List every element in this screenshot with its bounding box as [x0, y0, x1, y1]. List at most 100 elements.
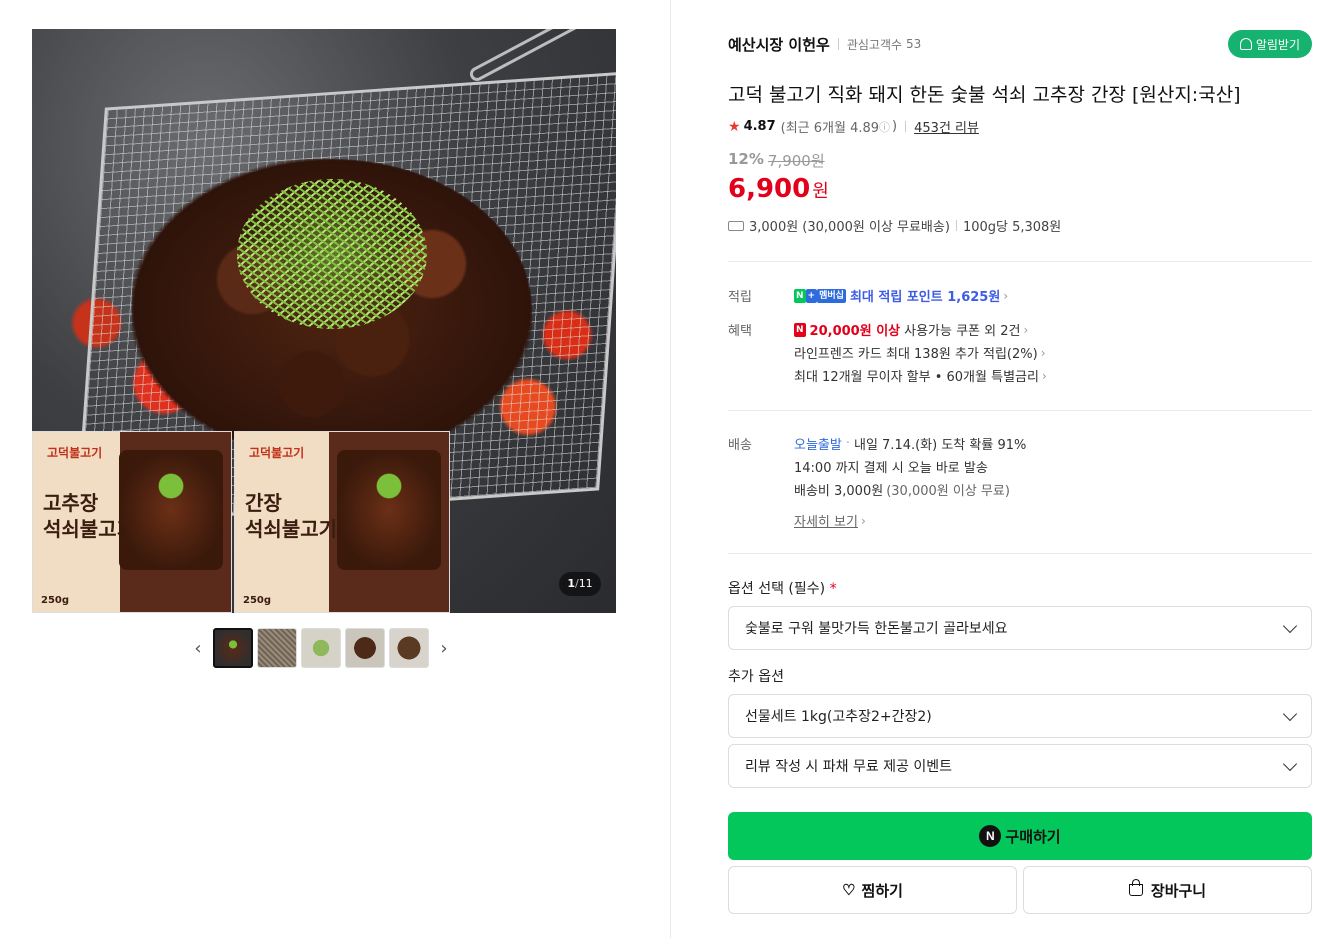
product-title: 고덕 불고기 직화 돼지 한돈 숯불 석쇠 고추장 간장 [원산지:국산]: [728, 84, 1241, 106]
package-weight: 250g: [243, 595, 272, 606]
section-divider: [728, 261, 1312, 262]
bell-icon: [1239, 38, 1252, 50]
package-name-line1: 간장: [245, 491, 282, 515]
info-icon[interactable]: ⓘ: [879, 119, 890, 135]
rating-row: ★ 4.87 (최근 6개월 4.89 ⓘ ) 453건 리뷰: [728, 117, 979, 137]
buy-label: 구매하기: [1005, 828, 1061, 846]
extra-option-value-2: 리뷰 작성 시 파채 무료 제공 이벤트: [745, 759, 953, 775]
shipping-fee: 3,000원 (30,000원 이상 무료배송): [749, 220, 950, 235]
required-option-select[interactable]: 숯불로 구워 불맛가득 한돈불고기 골라보세요: [728, 606, 1312, 650]
heart-icon: ♡: [842, 882, 856, 899]
card-text: 라인프렌즈 카드 최대 138원 추가 적립(2%): [794, 347, 1038, 362]
coupon-row[interactable]: N 20,000원 이상 사용가능 쿠폰 외 2건 ›: [794, 320, 1028, 339]
sale-price: 6,900: [728, 174, 811, 204]
thumbnail-4[interactable]: [345, 628, 385, 668]
package-name: 간장 석쇠불고기: [245, 490, 337, 542]
scallion-graphic: [237, 179, 427, 329]
buy-button[interactable]: N 구매하기: [728, 812, 1312, 860]
card-row[interactable]: 라인프렌즈 카드 최대 138원 추가 적립(2%) ›: [794, 343, 1046, 363]
thumbnail-1[interactable]: [213, 628, 253, 668]
chevron-right-icon: ›: [1023, 322, 1029, 337]
delivery-fee-note: (30,000원 이상 무료): [886, 484, 1010, 499]
detail-link[interactable]: 자세히 보기: [794, 511, 858, 530]
wishlist-label: 찜하기: [861, 882, 903, 900]
thumbnail-5[interactable]: [389, 628, 429, 668]
unit-price: 100g당 5,308원: [962, 220, 1062, 235]
divider: [905, 121, 907, 132]
package-dish-graphic: [119, 450, 223, 570]
required-option-value: 숯불로 구워 불맛가득 한돈불고기 골라보세요: [745, 621, 1008, 637]
review-link[interactable]: 453건 리뷰: [914, 117, 979, 136]
package-dish-graphic: [337, 450, 441, 570]
package-brand: 고덕불고기: [47, 446, 103, 460]
package-weight: 250g: [41, 595, 70, 606]
shipping-row: 3,000원 (30,000원 이상 무료배송) 100g당 5,308원: [728, 216, 1061, 235]
thumbnail-2[interactable]: [257, 628, 297, 668]
coupon-amount: 20,000원 이상: [809, 324, 901, 339]
extra-option-select-1[interactable]: 선물세트 1kg(고추장2+간장2): [728, 694, 1312, 738]
coupon-text: 사용가능 쿠폰 외 2건: [904, 324, 1021, 339]
delivery-row: 오늘출발 · 내일 7.14.(화) 도착 확률 91%: [794, 434, 1026, 453]
delivery-label: 배송: [728, 438, 752, 453]
coupon-n-badge: N: [794, 322, 806, 337]
points-row[interactable]: N + 멤버십 최대 적립 포인트 1,625원 ›: [794, 286, 1008, 305]
image-counter-current: 1: [567, 577, 575, 590]
interest-label: 관심고객수: [846, 37, 903, 52]
naver-n-badge: N: [794, 288, 806, 303]
section-divider: [728, 410, 1312, 411]
chevron-down-icon: [1282, 706, 1298, 722]
currency-unit: 원: [812, 181, 829, 202]
points-label: 적립: [728, 290, 752, 305]
arrival-estimate: 내일 7.14.(화) 도착 확률 91%: [853, 438, 1027, 453]
recent-rating: (최근 6개월 4.89: [780, 121, 880, 136]
dot-separator: ·: [845, 436, 850, 451]
discount-row: 12% 7,900원: [728, 150, 825, 171]
notify-label: 알림받기: [1255, 37, 1300, 52]
installment-row[interactable]: 최대 12개월 무이자 할부 • 60개월 특별금리 ›: [794, 366, 1047, 386]
discount-rate: 12%: [728, 150, 764, 168]
divider: [955, 220, 957, 231]
plus-badge: +: [805, 288, 818, 303]
truck-icon: [728, 220, 744, 231]
wishlist-button[interactable]: ♡ 찜하기: [728, 866, 1017, 914]
recent-rating-close: ): [892, 119, 898, 134]
cart-button[interactable]: 장바구니: [1023, 866, 1312, 914]
required-option-label: 옵션 선택 (필수) *: [728, 578, 837, 598]
extra-option-label: 추가 옵션: [728, 669, 784, 685]
price-row: 6,900 원: [728, 174, 829, 204]
package-ganjang: 고덕불고기 간장 석쇠불고기 250g: [234, 431, 450, 613]
chevron-left-icon[interactable]: ‹: [187, 628, 209, 668]
benefit-label: 혜택: [728, 324, 752, 339]
chevron-right-icon[interactable]: ›: [433, 628, 455, 668]
points-text: 최대 적립 포인트 1,625원: [849, 290, 1001, 305]
section-divider: [728, 553, 1312, 554]
seller-row: 예산시장 이헌우 관심고객수 53 알림받기: [728, 30, 1312, 58]
seller-name[interactable]: 예산시장 이헌우: [728, 34, 830, 55]
chevron-right-icon: ›: [1003, 288, 1009, 303]
extra-option-value-1: 선물세트 1kg(고추장2+간장2): [745, 709, 932, 725]
interest-count: 53: [906, 37, 922, 51]
rating-value: 4.87: [743, 119, 776, 134]
detail-link-row[interactable]: 자세히 보기 ›: [794, 511, 866, 531]
chevron-right-icon: ›: [1041, 368, 1047, 383]
cutoff-row: 14:00 까지 결제 시 오늘 바로 발송: [794, 457, 988, 476]
package-brand: 고덕불고기: [249, 446, 305, 460]
membership-badge: 멤버십: [817, 288, 846, 303]
required-option-text: 옵션 선택 (필수): [728, 581, 826, 597]
main-product-image[interactable]: 고덕불고기 고추장 석쇠불고기 250g 고덕불고기 간장 석쇠불고기 250g…: [32, 29, 616, 613]
original-price: 7,900원: [767, 152, 825, 170]
shopping-bag-icon: [1128, 879, 1143, 896]
image-counter: 1/11: [559, 572, 601, 596]
chevron-down-icon: [1282, 756, 1298, 772]
image-counter-separator: /: [574, 577, 579, 590]
delivery-fee: 배송비 3,000원: [794, 484, 884, 499]
notify-button[interactable]: 알림받기: [1227, 30, 1312, 58]
chevron-right-icon: ›: [860, 513, 866, 528]
today-dispatch: 오늘출발: [794, 438, 842, 453]
installment-text: 최대 12개월 무이자 할부 • 60개월 특별금리: [794, 370, 1039, 385]
package-gochujang: 고덕불고기 고추장 석쇠불고기 250g: [32, 431, 232, 613]
cart-label: 장바구니: [1150, 882, 1207, 900]
thumbnail-3[interactable]: [301, 628, 341, 668]
extra-option-select-2[interactable]: 리뷰 작성 시 파채 무료 제공 이벤트: [728, 744, 1312, 788]
cutoff-text: 14:00 까지 결제 시 오늘 바로 발송: [794, 461, 988, 476]
